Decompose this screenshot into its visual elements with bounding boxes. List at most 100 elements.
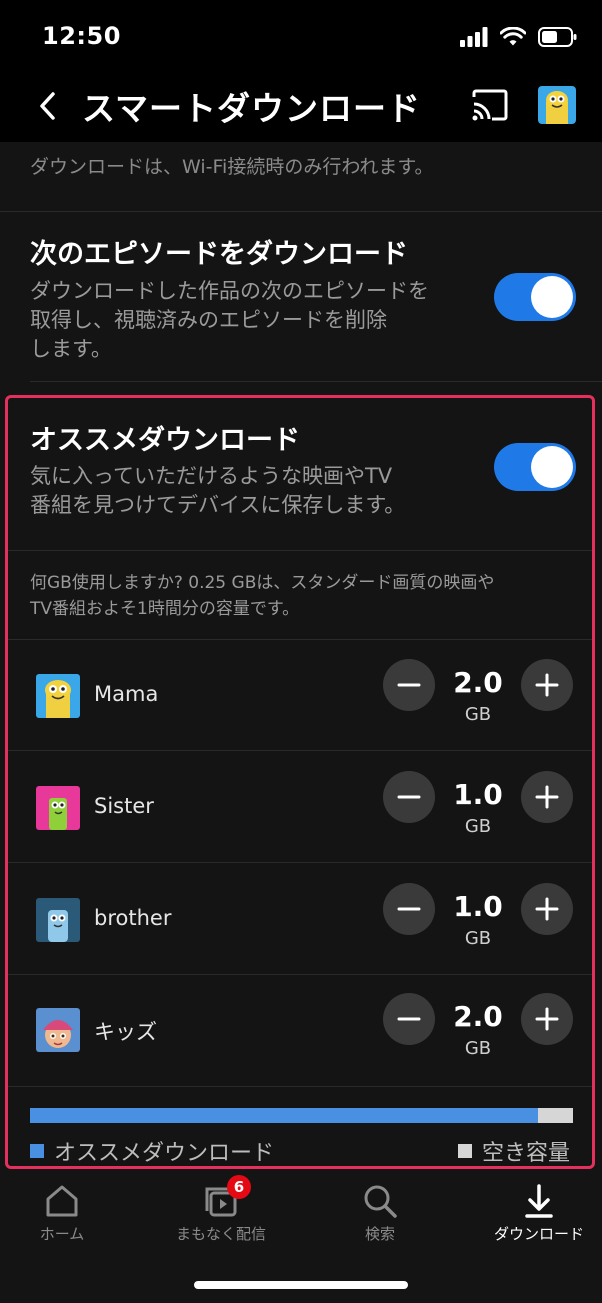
avatar-mama-icon [538, 86, 576, 124]
status-time: 12:50 [42, 22, 121, 50]
nav-label: ホーム [39, 1225, 85, 1243]
increase-button[interactable] [521, 659, 573, 711]
increase-button[interactable] [521, 993, 573, 1045]
plus-icon [535, 785, 559, 809]
amount-unit: GB [464, 928, 492, 949]
home-icon [46, 1185, 78, 1217]
legend-label: オススメダウンロード [54, 1141, 275, 1166]
nav-coming-soon[interactable]: 6 まもなく配信 [161, 1175, 281, 1244]
home-indicator [194, 1281, 408, 1289]
minus-icon [397, 1017, 421, 1021]
divider [8, 862, 592, 863]
storage-bar [30, 1108, 573, 1123]
next-episode-toggle[interactable] [494, 273, 576, 321]
legend-swatch-free [458, 1144, 472, 1158]
divider [0, 211, 602, 212]
cast-icon [472, 89, 508, 121]
recommended-toggle[interactable] [494, 443, 576, 491]
wifi-only-note: ダウンロードは、Wi-Fi接続時のみ行われます。 [30, 156, 434, 178]
amount-unit: GB [464, 704, 492, 725]
next-episode-desc-line: 取得し、視聴済みのエピソードを削除 [30, 308, 387, 332]
profile-row: Sister 1.0 GB [0, 752, 602, 862]
profile-name: Mama [94, 682, 159, 706]
avatar-sister-icon [36, 786, 80, 830]
next-episode-description: ダウンロードした作品の次のエピソードを 取得し、視聴済みのエピソードを削除 しま… [30, 277, 429, 364]
profile-row: キッズ 2.0 GB [0, 974, 602, 1084]
avatar-sister [36, 786, 80, 830]
next-episode-title: 次のエピソードをダウンロード [30, 239, 408, 270]
next-episode-desc-line: ダウンロードした作品の次のエピソードを [30, 279, 429, 303]
download-amount: 2.0 [453, 666, 503, 699]
nav-label: ダウンロード [493, 1225, 584, 1243]
download-amount: 2.0 [453, 1000, 503, 1033]
profile-row: brother 1.0 GB [0, 864, 602, 974]
avatar-brother-icon [36, 898, 80, 942]
avatar-kids-icon [36, 1008, 80, 1052]
cast-button[interactable] [470, 88, 510, 124]
profile-avatar[interactable] [538, 86, 576, 124]
plus-icon [535, 897, 559, 921]
storage-used-fill [30, 1108, 538, 1123]
bottom-nav: ホーム 6 まもなく配信 検索 ダウンロード [0, 1175, 602, 1303]
usage-explanation: 何GB使用しますか? 0.25 GBは、スタンダード画質の映画や TV番組およそ… [30, 570, 494, 622]
status-icons [460, 24, 578, 50]
decrease-button[interactable] [383, 659, 435, 711]
divider [8, 1086, 592, 1087]
screen: 12:50 スマートダウンロード ダウンロードは、Wi-Fi接続時のみ行われます… [0, 0, 602, 1303]
plus-icon [535, 673, 559, 697]
legend-recommended: オススメダウンロード [30, 1135, 274, 1167]
avatar-kids [36, 1008, 80, 1052]
decrease-button[interactable] [383, 771, 435, 823]
decrease-button[interactable] [383, 993, 435, 1045]
legend-free: 空き容量 [458, 1135, 570, 1167]
recommended-description: 気に入っていただけるような映画やTV 番組を見つけてデバイスに保存します。 [30, 462, 405, 520]
amount-unit: GB [464, 1038, 492, 1059]
page-title: スマートダウンロード [82, 89, 422, 128]
wifi-icon [500, 27, 526, 46]
nav-home[interactable]: ホーム [2, 1181, 122, 1244]
download-amount: 1.0 [453, 778, 503, 811]
search-icon [364, 1185, 397, 1218]
nav-search[interactable]: 検索 [320, 1181, 440, 1244]
recommended-title: オススメダウンロード [30, 425, 300, 456]
avatar-mama-icon [36, 674, 80, 718]
divider [8, 750, 592, 751]
amount-unit: GB [464, 816, 492, 837]
avatar-mama [36, 674, 80, 718]
nav-downloads[interactable]: ダウンロード [479, 1181, 599, 1244]
recommended-desc-line: 番組を見つけてデバイスに保存します。 [30, 493, 406, 517]
download-amount: 1.0 [453, 890, 503, 923]
increase-button[interactable] [521, 771, 573, 823]
minus-icon [397, 795, 421, 799]
profile-row: Mama 2.0 GB [0, 640, 602, 750]
usage-line: 何GB使用しますか? 0.25 GBは、スタンダード画質の映画や [30, 573, 495, 593]
legend-label: 空き容量 [482, 1141, 571, 1166]
chevron-left-icon [40, 92, 55, 120]
signal-icon [460, 27, 488, 47]
toggle-knob [531, 446, 573, 488]
recommended-desc-line: 気に入っていただけるような映画やTV [30, 464, 393, 488]
profile-name: Sister [94, 794, 154, 818]
back-button[interactable] [30, 86, 66, 126]
decrease-button[interactable] [383, 883, 435, 935]
plus-icon [535, 1007, 559, 1031]
download-icon [525, 1184, 553, 1218]
status-bar: 12:50 [0, 0, 602, 70]
next-episode-desc-line: します。 [30, 337, 112, 361]
nav-label: まもなく配信 [175, 1225, 266, 1243]
divider [8, 550, 592, 551]
app-header: スマートダウンロード [0, 70, 602, 142]
notification-badge: 6 [227, 1175, 251, 1199]
avatar-brother [36, 898, 80, 942]
profile-name: brother [94, 906, 172, 930]
toggle-knob [531, 276, 573, 318]
battery-icon [538, 27, 577, 47]
increase-button[interactable] [521, 883, 573, 935]
legend-swatch-used [30, 1144, 44, 1158]
usage-line: TV番組およそ1時間分の容量です。 [30, 599, 300, 619]
minus-icon [397, 907, 421, 911]
profile-name: キッズ [94, 1020, 157, 1044]
nav-label: 検索 [364, 1225, 395, 1243]
divider [30, 381, 602, 382]
minus-icon [397, 683, 421, 687]
